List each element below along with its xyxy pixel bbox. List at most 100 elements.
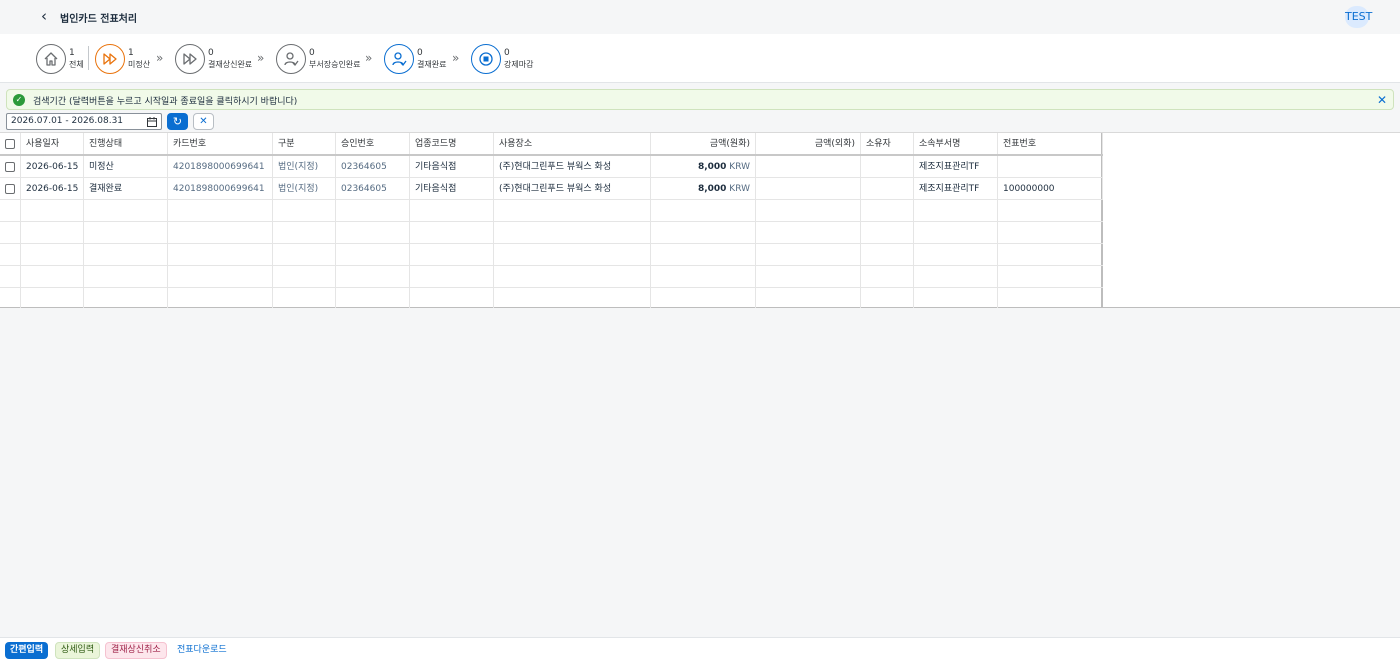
close-icon: ✕ [199,116,208,127]
row-checkbox[interactable] [5,184,15,194]
empty-row [0,266,1103,288]
column-header[interactable]: 업종코드명 [410,133,494,154]
double-chevron-icon: » [257,51,265,65]
step-label: 결재완료 [417,60,447,69]
double-chevron-icon: » [156,51,164,65]
voucher-table: 사용일자 진행상태 카드번호 구분 승인번호 업종코드명 사용장소 금액(원화)… [0,132,1400,308]
date-range-value: 2026.07.01 - 2026.08.31 [11,116,124,126]
empty-row [0,288,1103,308]
amount-currency: KRW [729,184,750,194]
cell-owner [861,156,914,177]
cell-owner [861,178,914,199]
row-select-cell [0,156,21,177]
step-count: 0 [417,48,423,58]
empty-row [0,222,1103,244]
cell-voucher-number [998,156,1103,177]
cell-industry: 기타음식점 [410,178,494,199]
chevron-left-icon[interactable]: ‹ [34,6,54,26]
amount-value: 8,000 [697,184,727,194]
column-header[interactable]: 사용장소 [494,133,651,154]
cell-date: 2026-06-15 [21,178,84,199]
cell-industry: 기타음식점 [410,156,494,177]
step-all[interactable]: 1 전체 [36,43,84,75]
status-step-bar: 1 전체 1 미정산 » 0 결재상신완료 » 0 부서장승인완료 » 0 결재… [0,34,1400,83]
cell-department: 제조지표관리TF [914,156,998,177]
select-all-checkbox[interactable] [5,139,15,149]
page-title: 법인카드 전표처리 [60,14,138,25]
step-count: 0 [309,48,315,58]
cell-approval-number: 02364605 [336,178,410,199]
person-check-icon [384,44,414,74]
amount-currency: KRW [729,162,750,172]
column-header[interactable]: 금액(원화) [651,133,756,154]
cell-amount-krw: 8,000 KRW [651,178,756,199]
calendar-icon[interactable] [147,117,157,127]
table-header-row: 사용일자 진행상태 카드번호 구분 승인번호 업종코드명 사용장소 금액(원화)… [0,133,1103,156]
step-divider [88,46,89,70]
app-header: ‹ 법인카드 전표처리 TEST [0,0,1400,34]
step-approved[interactable]: 0 결재완료 [384,43,446,75]
double-chevron-icon: » [365,51,373,65]
double-chevron-icon: » [452,51,460,65]
row-checkbox[interactable] [5,162,15,172]
cancel-submit-button[interactable]: 결재상신취소 [105,642,167,659]
step-count: 0 [208,48,214,58]
step-label: 결재상신완료 [208,60,253,69]
cell-status: 미정산 [84,156,168,177]
cell-type: 법인(지정) [273,156,336,177]
cell-place: (주)현대그린푸드 뷰웍스 화성 [494,178,651,199]
step-label: 전체 [69,60,84,69]
date-range-input[interactable]: 2026.07.01 - 2026.08.31 [6,113,162,130]
refresh-icon: ↻ [172,115,183,128]
column-header[interactable]: 소속부서명 [914,133,998,154]
voucher-download-button[interactable]: 전표다운로드 [172,642,232,659]
step-count: 1 [128,48,134,58]
quick-input-button[interactable]: 간편입력 [5,642,49,659]
table-row[interactable]: 2026-06-15 결재완료 4201898000699641 법인(지정) … [0,178,1103,200]
home-icon [36,44,66,74]
cell-place: (주)현대그린푸드 뷰웍스 화성 [494,156,651,177]
empty-row [0,200,1103,222]
cell-date: 2026-06-15 [21,156,84,177]
cell-amount-foreign [756,156,861,177]
refresh-button[interactable]: ↻ [167,113,188,130]
column-header[interactable]: 카드번호 [168,133,273,154]
column-header[interactable]: 구분 [273,133,336,154]
row-select-cell [0,178,21,199]
step-dept-approved[interactable]: 0 부서장승인완료 [276,43,361,75]
column-header[interactable]: 전표번호 [998,133,1103,154]
step-unsettled[interactable]: 1 미정산 [95,43,150,75]
clear-filter-button[interactable]: ✕ [193,113,214,130]
column-header[interactable]: 진행상태 [84,133,168,154]
person-check-icon [276,44,306,74]
column-header[interactable]: 금액(외화) [756,133,861,154]
amount-value: 8,000 [697,162,727,172]
fast-forward-icon [175,44,205,74]
user-avatar[interactable]: TEST [1345,6,1372,28]
cell-voucher-number: 100000000 [998,178,1103,199]
cell-status: 결재완료 [84,178,168,199]
step-label: 미정산 [128,60,151,69]
step-label: 강제마감 [504,60,534,69]
detail-input-button[interactable]: 상세입력 [55,642,101,659]
footer-toolbar: 간편입력 상세입력 결재상신취소 전표다운로드 [0,637,1400,665]
table-row[interactable]: 2026-06-15 미정산 4201898000699641 법인(지정) 0… [0,156,1103,178]
column-header[interactable]: 사용일자 [21,133,84,154]
cell-card-number: 4201898000699641 [168,156,273,177]
info-message: 검색기간 (달력버튼을 누르고 시작일과 종료일을 클릭하시기 바랍니다) [33,97,298,107]
step-count: 0 [504,48,510,58]
cell-card-number: 4201898000699641 [168,178,273,199]
step-count: 1 [69,48,75,58]
step-force-closed[interactable]: 0 강제마감 [471,43,533,75]
cell-approval-number: 02364605 [336,156,410,177]
cell-amount-foreign [756,178,861,199]
column-header[interactable]: 소유자 [861,133,914,154]
cell-type: 법인(지정) [273,178,336,199]
select-all-cell [0,133,21,154]
close-icon[interactable]: ✕ [1377,92,1387,108]
fast-forward-icon [95,44,125,74]
step-submitted[interactable]: 0 결재상신완료 [175,43,252,75]
info-message-strip: ✓ 검색기간 (달력버튼을 누르고 시작일과 종료일을 클릭하시기 바랍니다) … [6,89,1394,110]
column-header[interactable]: 승인번호 [336,133,410,154]
cell-amount-krw: 8,000 KRW [651,156,756,177]
